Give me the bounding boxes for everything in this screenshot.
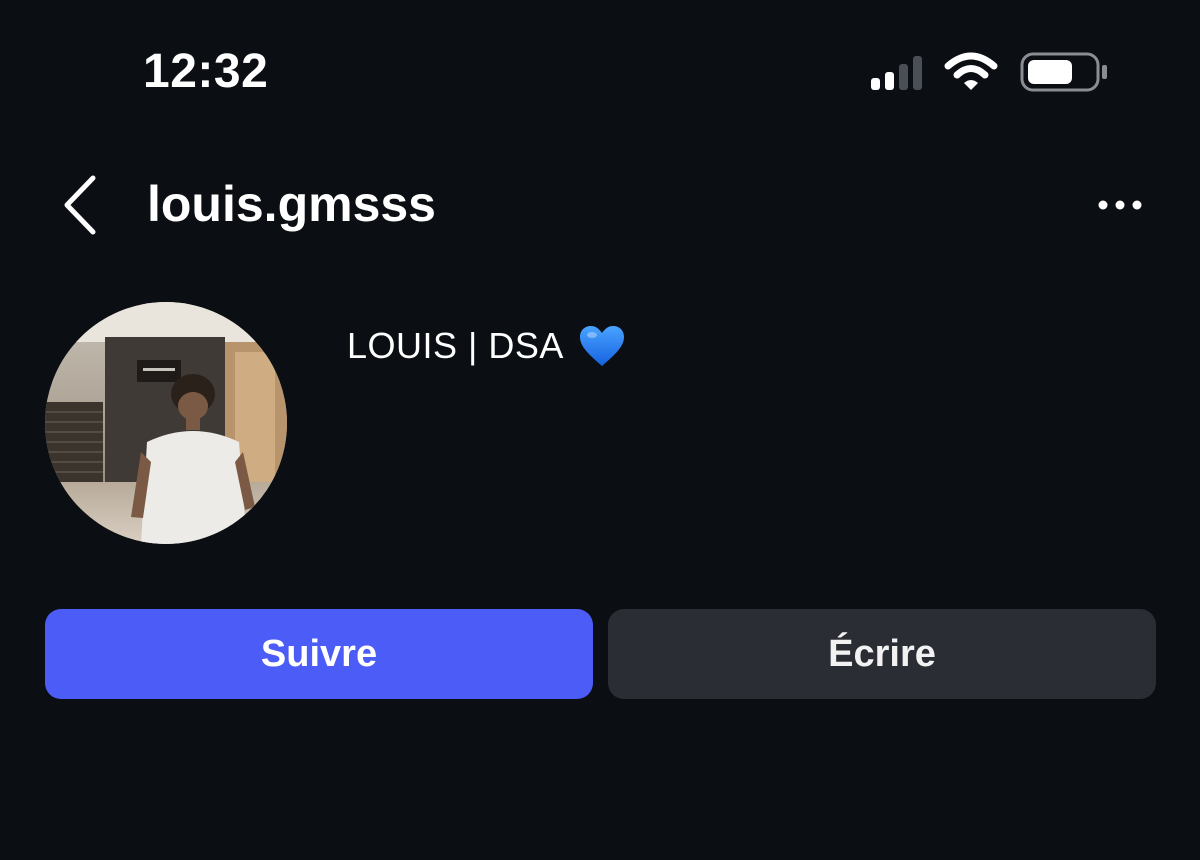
profile-display-name: LOUIS | DSA: [347, 322, 626, 370]
display-name-text: LOUIS | DSA: [347, 325, 564, 366]
blue-heart-icon: [578, 324, 626, 368]
status-icons: [871, 50, 1110, 94]
back-button[interactable]: [54, 172, 104, 238]
status-time: 12:32: [143, 45, 269, 98]
chevron-left-icon: [64, 175, 96, 235]
more-options-button[interactable]: [1090, 180, 1150, 230]
profile-avatar[interactable]: [45, 302, 287, 544]
wifi-icon: [944, 52, 998, 92]
signal-icon: [871, 54, 922, 90]
profile-username: louis.gmsss: [147, 176, 436, 232]
message-button[interactable]: Écrire: [608, 609, 1156, 699]
avatar-photo: [45, 302, 287, 544]
status-bar: 12:32: [0, 0, 1200, 140]
battery-icon: [1020, 51, 1110, 93]
follow-button[interactable]: Suivre: [45, 609, 593, 699]
profile-header: louis.gmsss: [0, 160, 1200, 250]
more-horizontal-icon: [1098, 200, 1142, 210]
